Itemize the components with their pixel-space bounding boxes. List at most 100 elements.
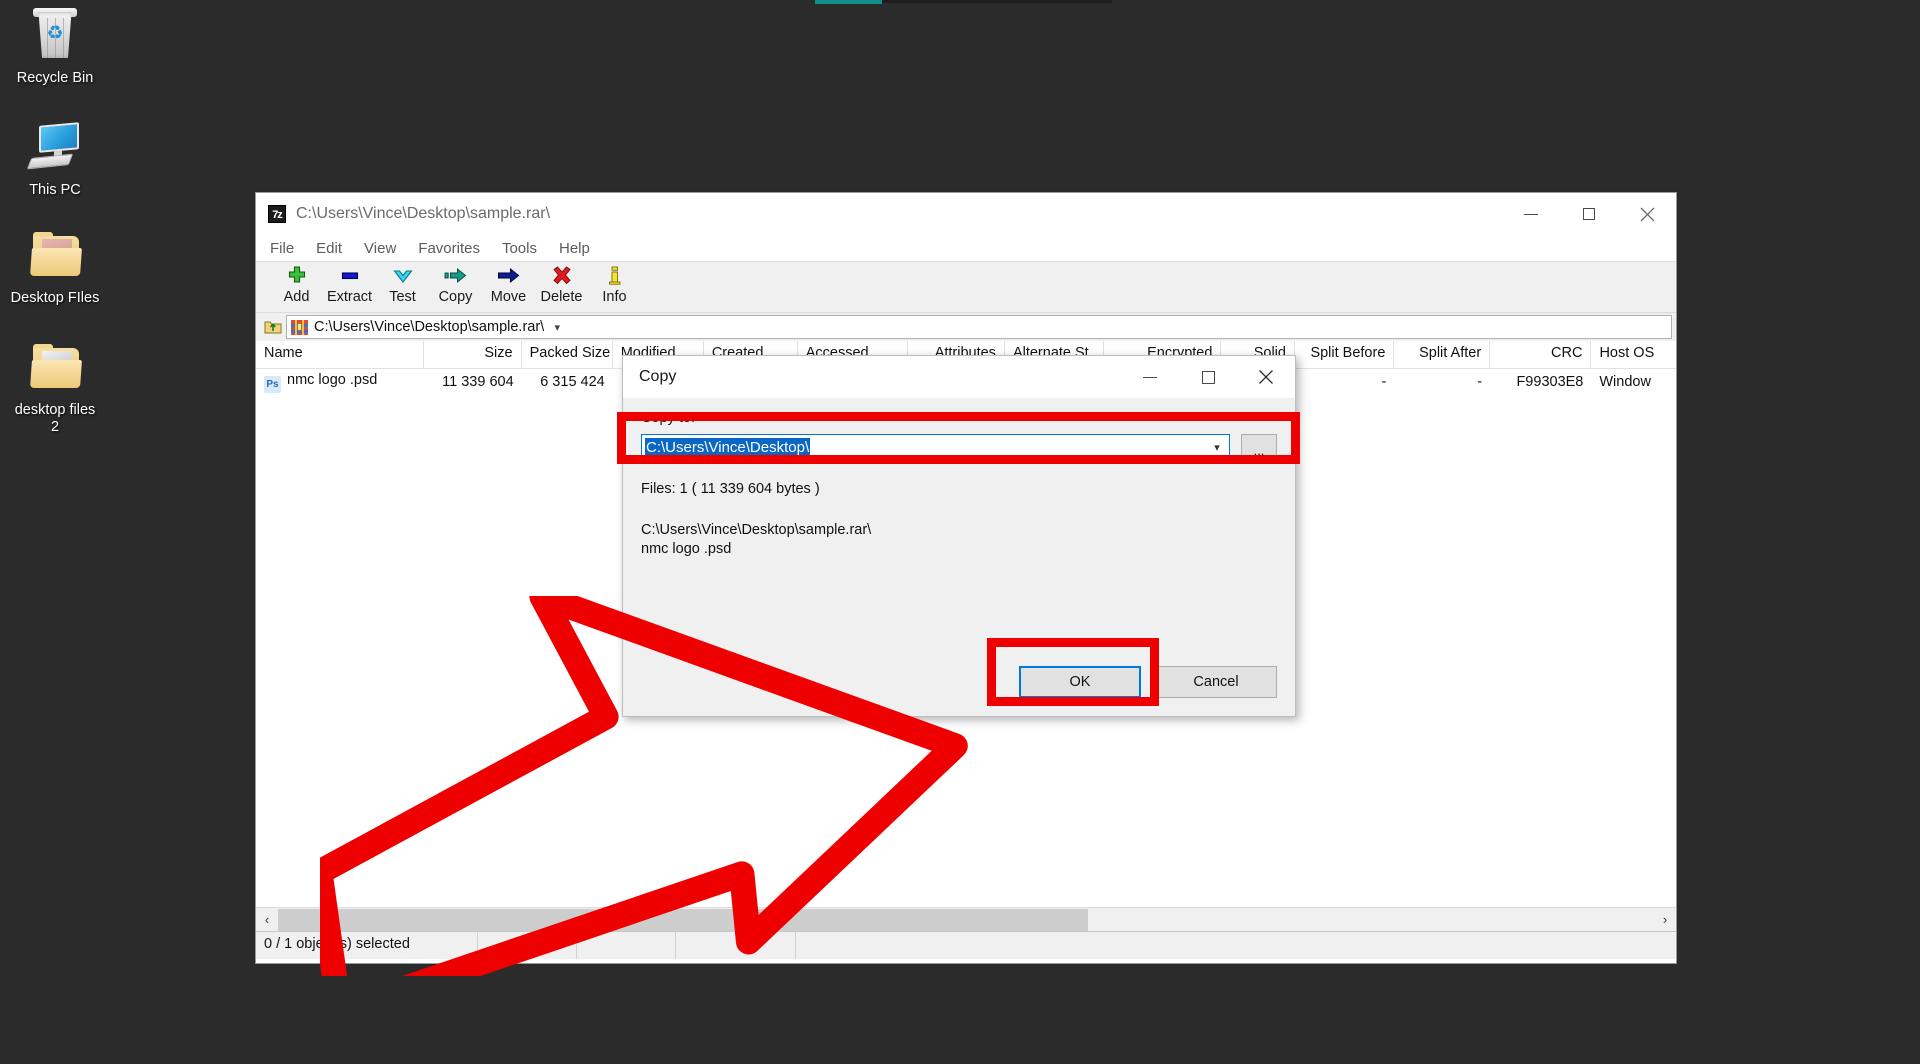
- cell-name: Ps nmc logo .psd: [256, 372, 424, 393]
- cell-host-os: Window: [1599, 374, 1651, 390]
- chevron-down-icon[interactable]: ▾: [544, 321, 570, 334]
- move-arrow-icon: [497, 265, 521, 287]
- menu-item-help[interactable]: Help: [559, 240, 590, 257]
- column-header-packed-size[interactable]: Packed Size: [522, 341, 613, 368]
- menu-item-view[interactable]: View: [364, 240, 396, 257]
- copy-dialog-window-controls: [1121, 356, 1295, 398]
- chevron-down-icon: [392, 265, 414, 287]
- ok-button[interactable]: OK: [1019, 666, 1141, 698]
- scrollbar-thumb[interactable]: [278, 908, 1088, 931]
- menu-item-edit[interactable]: Edit: [316, 240, 342, 257]
- scroll-right-arrow[interactable]: ›: [1654, 909, 1676, 931]
- plus-icon: [286, 265, 308, 287]
- toolbar: Add Extract Test Copy Move Delete Info: [256, 261, 1676, 313]
- desktop-icon-label: Recycle Bin: [16, 70, 94, 86]
- psd-file-icon: Ps: [264, 375, 281, 393]
- minimize-button[interactable]: [1502, 193, 1560, 235]
- menu-bar: File Edit View Favorites Tools Help: [256, 235, 1676, 261]
- close-button[interactable]: [1618, 193, 1676, 235]
- copy-dialog-title-bar[interactable]: Copy: [623, 356, 1295, 398]
- window-title-bar[interactable]: 7z C:\Users\Vince\Desktop\sample.rar\: [256, 193, 1676, 235]
- cell-split-before: -: [1381, 374, 1387, 390]
- toolbar-button-extract[interactable]: Extract: [323, 262, 376, 312]
- window-controls: [1502, 193, 1676, 235]
- file-name: nmc logo .psd: [287, 371, 378, 388]
- status-bar: 0 / 1 object(s) selected: [256, 931, 1676, 959]
- teal-strip-segment: [815, 0, 882, 4]
- scrollbar-track[interactable]: [278, 908, 1654, 931]
- maximize-button[interactable]: [1560, 193, 1618, 235]
- toolbar-label: Copy: [438, 289, 473, 305]
- status-cell-2: [478, 932, 577, 959]
- menu-item-tools[interactable]: Tools: [502, 240, 537, 257]
- dark-strip-segment: [882, 0, 1112, 3]
- desktop-icon-desktop-files-2[interactable]: desktop files 2: [0, 340, 110, 436]
- column-header-name[interactable]: Name: [256, 341, 424, 368]
- toolbar-button-test[interactable]: Test: [376, 262, 429, 312]
- toolbar-label: Extract: [326, 289, 373, 305]
- chevron-down-icon[interactable]: ▾: [1205, 441, 1229, 454]
- path-combobox-value: C:\Users\Vince\Desktop\sample.rar\: [314, 319, 545, 335]
- copy-dialog-close-button[interactable]: [1237, 356, 1295, 398]
- status-cell-3: [577, 932, 676, 959]
- column-header-split-before[interactable]: Split Before: [1295, 341, 1395, 368]
- close-icon: [1259, 370, 1273, 384]
- copy-dialog-buttons: OK Cancel: [623, 666, 1295, 698]
- cross-icon: [551, 265, 573, 287]
- toolbar-button-move[interactable]: Move: [482, 262, 535, 312]
- screen-top-edge-strip: [0, 0, 1920, 5]
- toolbar-button-add[interactable]: Add: [270, 262, 323, 312]
- source-file-name: nmc logo .psd: [641, 541, 732, 557]
- files-summary: Files: 1 ( 11 339 604 bytes ): [641, 481, 820, 497]
- cell-packed-size: 6 315 424: [540, 374, 605, 390]
- source-listing: C:\Users\Vince\Desktop\sample.rar\ nmc l…: [641, 521, 1277, 559]
- copy-dialog-maximize-button[interactable]: [1179, 356, 1237, 398]
- minus-icon: [339, 265, 361, 287]
- cancel-button[interactable]: Cancel: [1155, 666, 1277, 698]
- folder-icon: [27, 228, 83, 284]
- column-header-split-after[interactable]: Split After: [1394, 341, 1491, 368]
- cell-size: 11 339 604: [442, 374, 514, 390]
- desktop-icon-this-pc[interactable]: This PC: [0, 120, 110, 199]
- browse-button[interactable]: ...: [1241, 434, 1277, 461]
- toolbar-label: Delete: [540, 289, 583, 305]
- copy-dialog-title: Copy: [639, 368, 677, 385]
- desktop-icon-recycle-bin[interactable]: ♻ Recycle Bin: [0, 8, 110, 87]
- horizontal-scrollbar[interactable]: ‹ ›: [256, 907, 1676, 931]
- archive-icon: [291, 319, 308, 335]
- app-icon: 7z: [268, 205, 286, 223]
- folder-icon: [27, 340, 83, 396]
- toolbar-button-info[interactable]: Info: [588, 262, 641, 312]
- toolbar-label: Info: [602, 289, 627, 305]
- toolbar-button-copy[interactable]: Copy: [429, 262, 482, 312]
- folder-up-icon[interactable]: [260, 315, 286, 339]
- close-icon: [1640, 207, 1654, 221]
- column-header-size[interactable]: Size: [424, 341, 522, 368]
- toolbar-label: Test: [389, 289, 416, 305]
- column-header-crc[interactable]: CRC: [1490, 341, 1592, 368]
- cell-split-after: -: [1477, 374, 1483, 390]
- copy-dialog: Copy Copy to: C:\Users\Vince\Desktop\ ▾ …: [622, 355, 1296, 717]
- column-header-host-os[interactable]: Host OS: [1591, 341, 1676, 368]
- menu-item-favorites[interactable]: Favorites: [418, 240, 480, 257]
- destination-value: C:\Users\Vince\Desktop\: [645, 437, 811, 458]
- destination-combobox[interactable]: C:\Users\Vince\Desktop\ ▾: [641, 434, 1230, 461]
- desktop-icon-label: desktop files 2: [14, 402, 96, 435]
- copy-to-label: Copy to:: [641, 410, 695, 426]
- toolbar-label: Add: [283, 289, 310, 305]
- desktop-icon-desktop-files[interactable]: Desktop FIles: [0, 228, 110, 307]
- desktop-icon-label: This PC: [29, 182, 81, 198]
- copy-arrow-icon: [444, 265, 468, 287]
- path-combobox[interactable]: C:\Users\Vince\Desktop\sample.rar\ ▾: [286, 315, 1672, 339]
- this-pc-icon: [26, 120, 83, 176]
- copy-dialog-minimize-button[interactable]: [1121, 356, 1179, 398]
- desktop-icon-label: Desktop FIles: [10, 290, 100, 306]
- menu-item-file[interactable]: File: [270, 240, 294, 257]
- cell-crc: F99303E8: [1516, 374, 1584, 390]
- info-icon: [604, 265, 626, 287]
- address-bar: C:\Users\Vince\Desktop\sample.rar\ ▾: [256, 313, 1676, 341]
- window-title: C:\Users\Vince\Desktop\sample.rar\: [296, 205, 551, 222]
- toolbar-button-delete[interactable]: Delete: [535, 262, 588, 312]
- scroll-left-arrow[interactable]: ‹: [256, 909, 278, 931]
- destination-row: C:\Users\Vince\Desktop\ ▾ ...: [641, 434, 1277, 461]
